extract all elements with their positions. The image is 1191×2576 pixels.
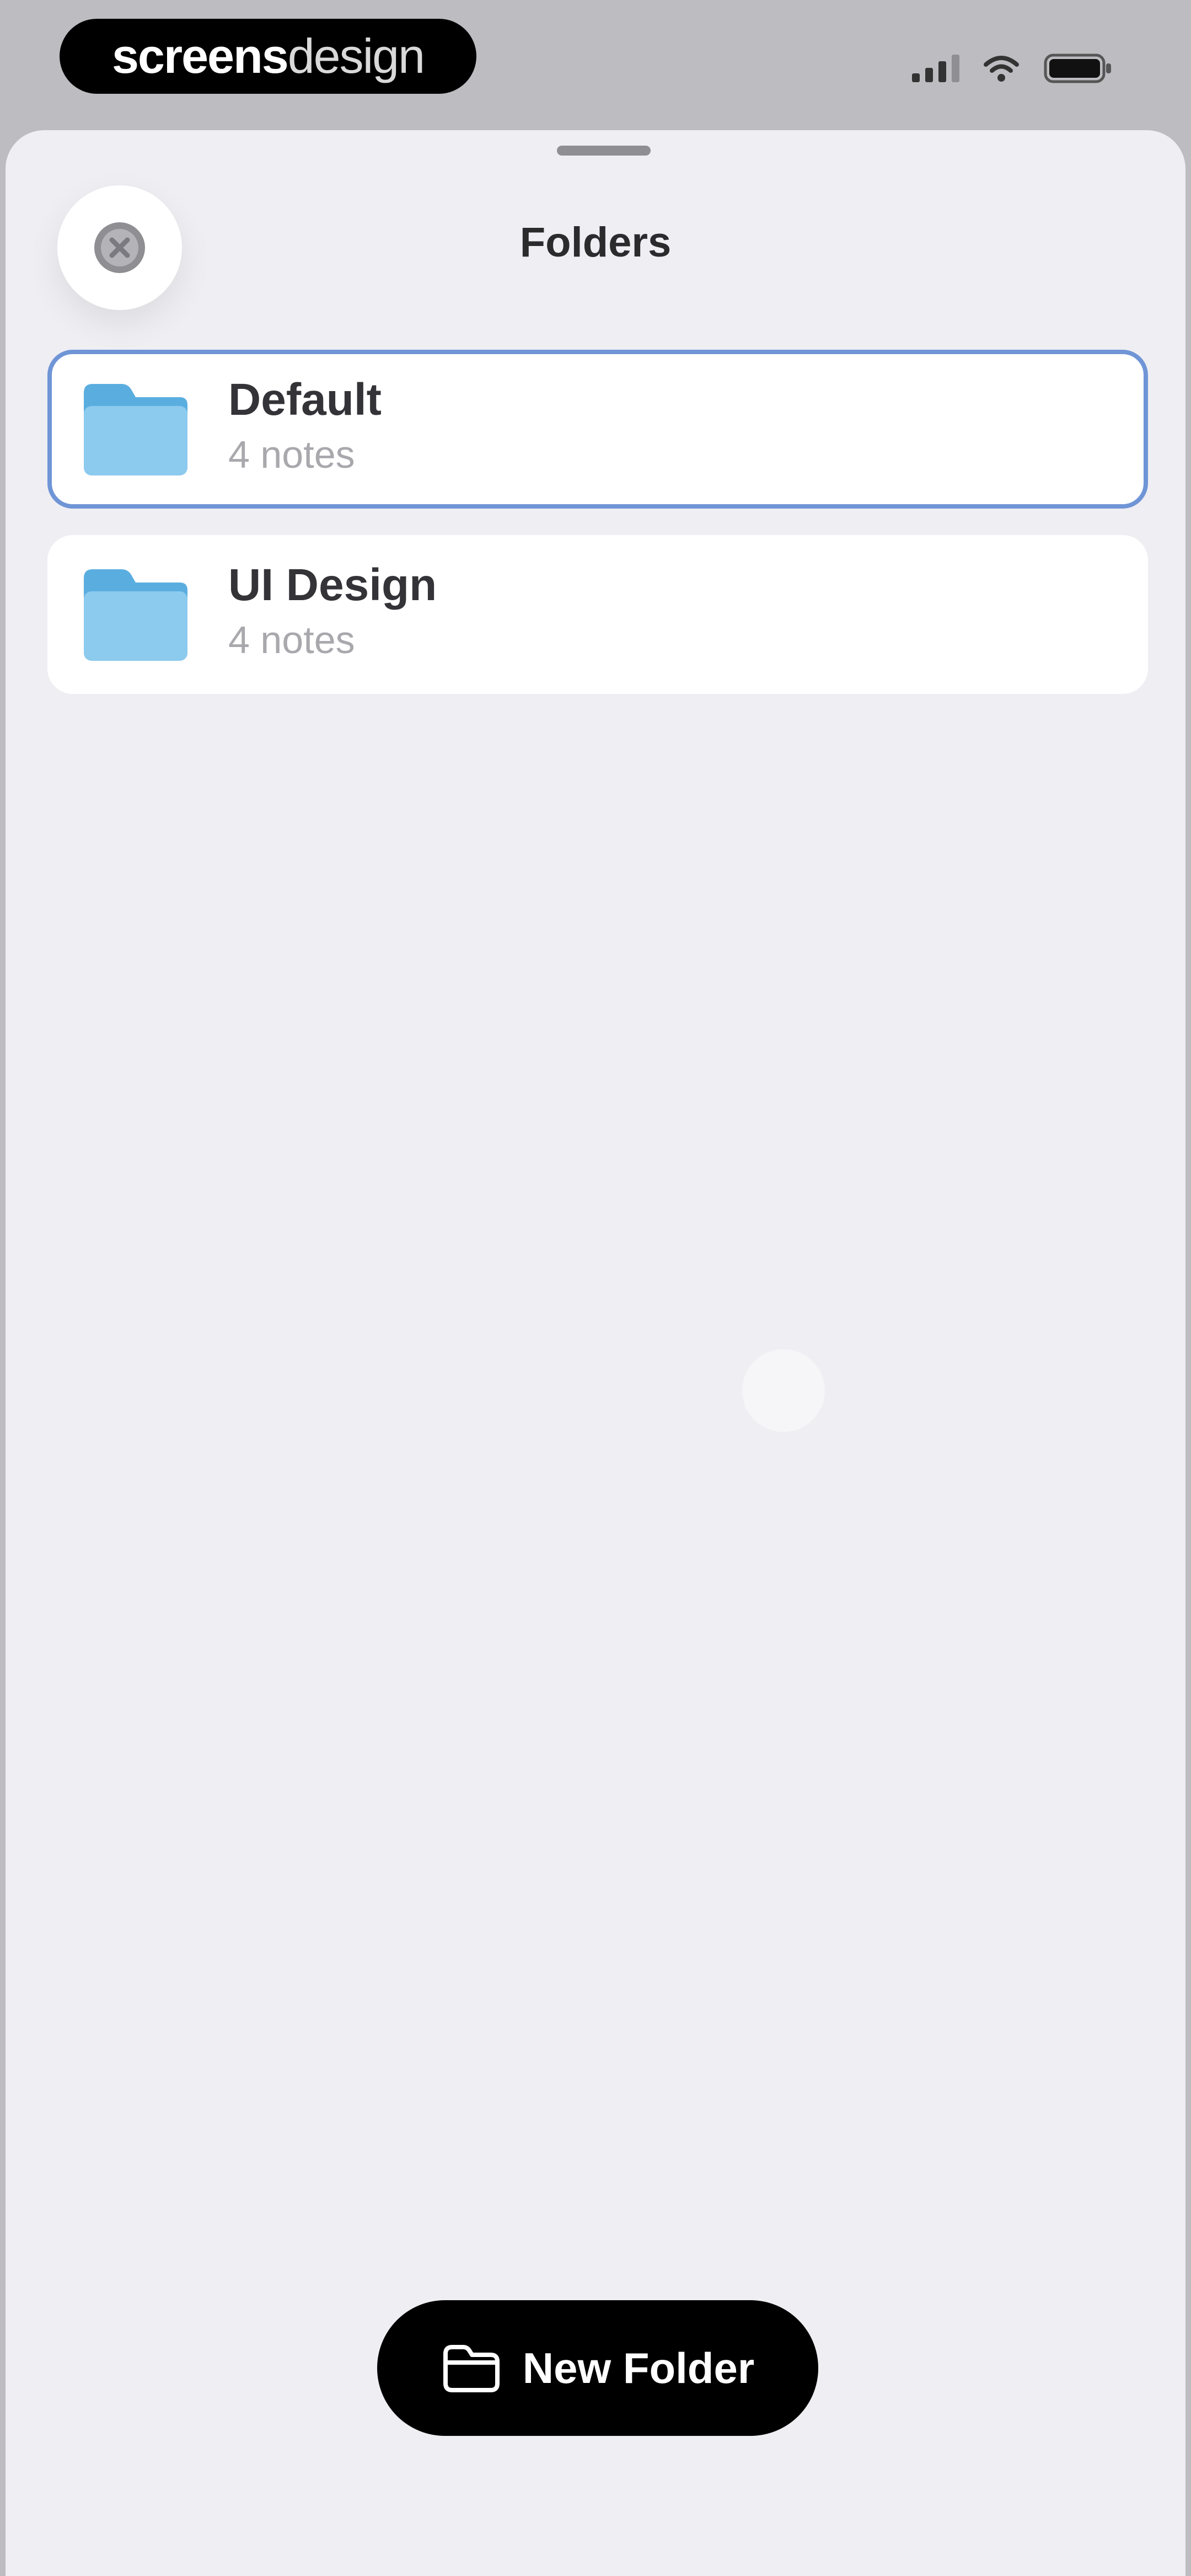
background-decoration — [742, 1349, 825, 1432]
folder-note-count: 4 notes — [228, 618, 355, 661]
folder-icon — [82, 381, 190, 478]
folder-name: Default — [228, 375, 382, 425]
page-title: Folders — [519, 219, 672, 266]
folder-plus-icon — [443, 2345, 500, 2392]
status-icons — [912, 53, 1114, 84]
sheet-grabber[interactable] — [557, 146, 651, 156]
folder-list: Default 4 notes UI Design 4 notes — [47, 350, 1148, 720]
brand-logo: screens design — [60, 19, 476, 94]
signal-icon — [912, 55, 959, 82]
brand-logo-strong: screens — [111, 29, 289, 83]
folder-note-count: 4 notes — [228, 433, 355, 476]
new-folder-label: New Folder — [522, 2343, 755, 2392]
new-folder-button[interactable]: New Folder — [377, 2300, 818, 2436]
folder-icon — [82, 566, 190, 663]
wifi-icon — [984, 56, 1019, 82]
folder-item-ui-design[interactable]: UI Design 4 notes — [47, 535, 1148, 694]
brand-logo-light: design — [287, 29, 425, 83]
app-screen: screens design Folders Default 4 notes U… — [0, 0, 1191, 2576]
folder-item-default[interactable]: Default 4 notes — [47, 350, 1148, 509]
folder-name: UI Design — [228, 560, 437, 610]
folders-sheet: Folders Default 4 notes UI Design 4 note… — [6, 130, 1185, 2576]
battery-icon — [1044, 54, 1111, 83]
status-bar: screens design — [0, 0, 1191, 127]
